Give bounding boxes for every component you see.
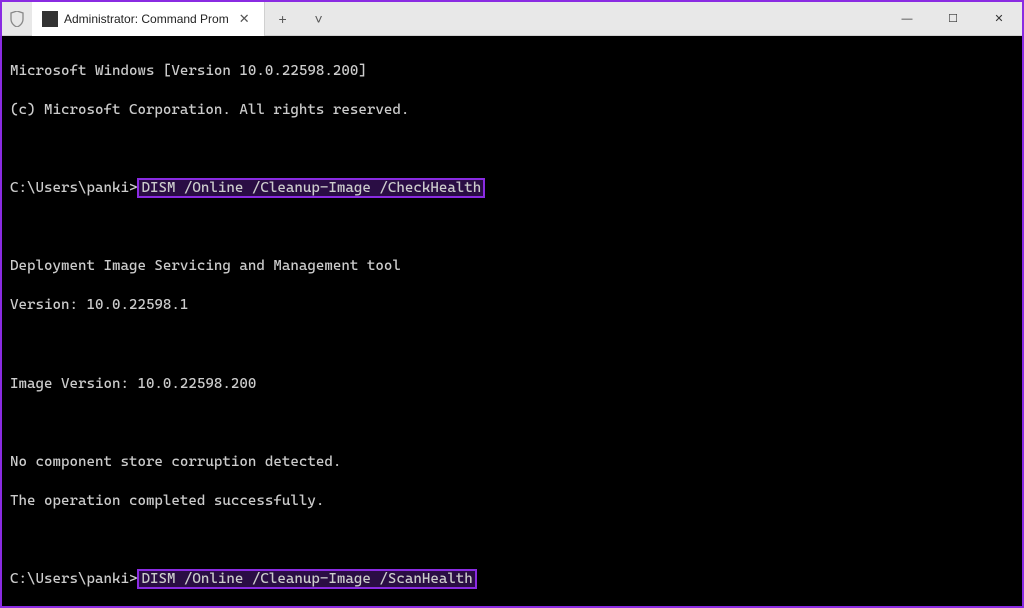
titlebar: Administrator: Command Prom ✕ + ˅ — ☐ ✕	[2, 2, 1022, 36]
highlighted-command-1: DISM /Online /Cleanup-Image /CheckHealth	[137, 178, 485, 198]
result-success: The operation completed successfully.	[10, 492, 1014, 512]
new-tab-button[interactable]: +	[265, 2, 301, 35]
os-header: Microsoft Windows [Version 10.0.22598.20…	[10, 62, 1014, 82]
close-tab-button[interactable]: ✕	[235, 9, 254, 29]
close-window-button[interactable]: ✕	[976, 2, 1022, 35]
minimize-button[interactable]: —	[884, 2, 930, 35]
window-controls: — ☐ ✕	[884, 2, 1022, 35]
titlebar-drag-area[interactable]	[337, 2, 884, 35]
command-line-2: C:\Users\panki>DISM /Online /Cleanup-Ima…	[10, 570, 1014, 590]
copyright: (c) Microsoft Corporation. All rights re…	[10, 101, 1014, 121]
tab-command-prompt[interactable]: Administrator: Command Prom ✕	[32, 2, 265, 36]
image-version: Image Version: 10.0.22598.200	[10, 375, 1014, 395]
tab-dropdown-button[interactable]: ˅	[301, 2, 337, 35]
dism-version: Version: 10.0.22598.1	[10, 296, 1014, 316]
maximize-button[interactable]: ☐	[930, 2, 976, 35]
terminal-output[interactable]: Microsoft Windows [Version 10.0.22598.20…	[2, 36, 1022, 606]
dism-tool-line: Deployment Image Servicing and Managemen…	[10, 257, 1014, 277]
cmd-icon	[42, 11, 58, 27]
highlighted-command-2: DISM /Online /Cleanup-Image /ScanHealth	[137, 569, 476, 589]
result-no-corruption: No component store corruption detected.	[10, 453, 1014, 473]
shield-icon	[2, 2, 32, 35]
tab-title: Administrator: Command Prom	[64, 12, 229, 26]
command-line-1: C:\Users\panki>DISM /Online /Cleanup-Ima…	[10, 179, 1014, 199]
